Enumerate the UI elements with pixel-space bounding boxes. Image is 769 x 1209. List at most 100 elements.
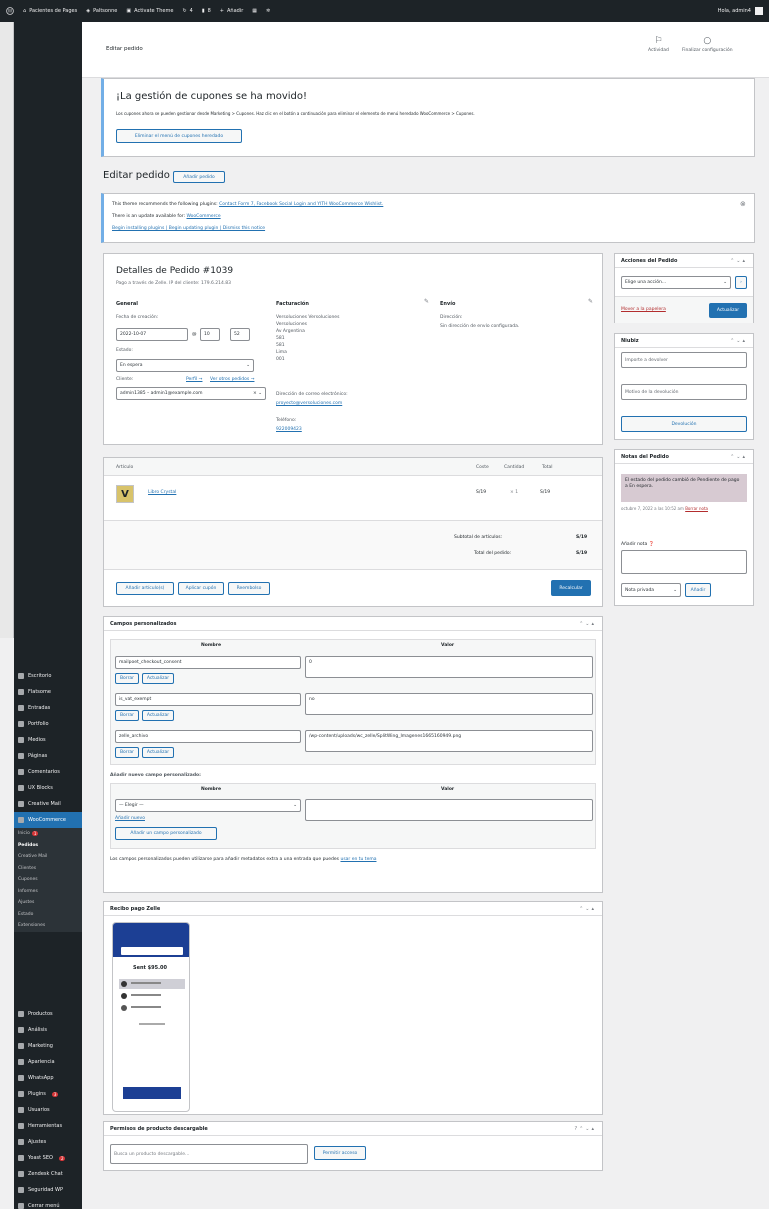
add-custom-field-button[interactable]: Añadir un campo personalizado [115,827,217,840]
product-link[interactable]: Libro Crystal [148,490,176,495]
order-minute-input[interactable]: 52 [230,328,250,341]
recalculate-button[interactable]: Recalcular [551,580,591,596]
yoast-bar-link[interactable]: ▦ [252,8,257,14]
sidebar-subitem-informes[interactable]: Informes [14,885,82,897]
comments-link[interactable]: ▮ 8 [202,8,211,14]
order-action-select[interactable]: Elige una acción... ⌄ [621,276,731,289]
sidebar-item-entradas[interactable]: Entradas [14,700,82,716]
sidebar-item-productos[interactable]: Productos [14,1006,82,1022]
niubiz-refund-button[interactable]: Devolución [621,416,747,432]
update-field-button[interactable]: Actualizar [142,673,174,684]
add-note-textarea[interactable] [621,550,747,574]
profile-link[interactable]: Perfil → [186,377,202,382]
add-note-button[interactable]: Añadir [685,583,711,597]
activate-theme-link[interactable]: ▣ Activate Theme [126,8,173,14]
delete-field-button[interactable]: Borrar [115,747,139,758]
woocommerce-update-link[interactable]: WooCommerce [186,214,220,219]
theme-usage-link[interactable]: usar en tu tema [340,857,376,862]
new-content-link[interactable]: + Añadir [220,8,243,14]
sidebar-subitem-creative-mail[interactable]: Creative Mail [14,851,82,863]
sidebar-item-portfolio[interactable]: Portfolio [14,716,82,732]
sidebar-item-an-lisis[interactable]: Análisis [14,1022,82,1038]
sidebar-item-creative-mail[interactable]: Creative Mail [14,796,82,812]
sidebar-item-ux-blocks[interactable]: UX Blocks [14,780,82,796]
sidebar-subitem-clientes[interactable]: Clientes [14,862,82,874]
add-order-button[interactable]: Añadir pedido [173,171,225,183]
custom-field-value-textarea[interactable]: no [305,693,593,715]
sidebar-item-cerrar-men-[interactable]: Cerrar menú [14,1198,82,1209]
sidebar-item-p-ginas[interactable]: Páginas [14,748,82,764]
postbox-arrows-icon[interactable]: ⌃⌄▴ [730,338,747,344]
sidebar-item-woocommerce[interactable]: WooCommerce [14,812,82,828]
dismiss-icon[interactable]: ⊗ [740,200,746,208]
apply-coupon-button[interactable]: Aplicar cupón [178,582,224,595]
sidebar-subitem-cupones[interactable]: Cupones [14,874,82,886]
sidebar-subitem-ajustes[interactable]: Ajustes [14,897,82,909]
settings-bar-link[interactable]: ✲ [266,8,270,14]
note-type-select[interactable]: Nota privada ⌄ [621,583,681,597]
custom-field-name-input[interactable]: mailpoet_checkout_consent [115,656,301,669]
flatsome-link[interactable]: ◈ Paltsonne [86,8,117,14]
sidebar-item-usuarios[interactable]: Usuarios [14,1102,82,1118]
edit-shipping-pencil-icon[interactable]: ✎ [588,298,593,305]
finish-setup-button[interactable]: ○ Finalizar configuración [682,36,733,53]
downloadable-product-search[interactable]: Busca un producto descargable… [110,1144,308,1164]
sidebar-item-yoast-seo[interactable]: Yoast SEO 2 [14,1150,82,1166]
update-field-button[interactable]: Actualizar [142,710,174,721]
update-field-button[interactable]: Actualizar [142,747,174,758]
grant-access-button[interactable]: Permitir acceso [314,1146,366,1160]
refund-amount-input[interactable]: Importe a devolver [621,352,747,368]
billing-phone-link[interactable]: 922009423 [276,427,302,432]
sidebar-subitem-inicio[interactable]: Inicio 1 [14,828,82,840]
wordpress-logo-icon[interactable]: W [6,7,14,15]
sidebar-subitem-extensiones[interactable]: Extensiones [14,920,82,932]
order-date-input[interactable]: 2022-10-07 [116,328,188,341]
add-new-link[interactable]: Añadir nuevo [115,816,145,821]
sidebar-item-flatsome[interactable]: Flatsome [14,684,82,700]
move-to-trash-link[interactable]: Mover a la papelera [621,307,666,312]
sidebar-subitem-pedidos[interactable]: Pedidos [14,839,82,851]
sidebar-item-zendesk-chat[interactable]: Zendesk Chat [14,1166,82,1182]
postbox-arrows-icon[interactable]: ⌃⌄▴ [730,454,747,460]
edit-billing-pencil-icon[interactable]: ✎ [424,298,429,305]
other-orders-link[interactable]: Ver otros pedidos → [210,377,254,382]
recommended-plugins-link[interactable]: Contact Form 7, Facebook Social Login an… [219,202,383,207]
sidebar-item-escritorio[interactable]: Escritorio [14,668,82,684]
postbox-arrows-icon[interactable]: ⌃⌄▴ [730,258,747,264]
postbox-arrows-icon[interactable]: ⌃⌄▴ [579,906,596,912]
postbox-arrows-icon[interactable]: ⌃⌄▴ [579,621,596,627]
customer-select[interactable]: admin1385 – admin1@example.com × ⌄ [116,387,266,400]
apply-action-button[interactable]: › [735,276,747,289]
activity-button[interactable]: ⚐ Actividad [648,36,669,53]
billing-email-link[interactable]: proyecto@versoluciones.com [276,401,342,406]
custom-field-value-textarea[interactable]: 0 [305,656,593,678]
account-menu[interactable]: Hola, admin4 [718,7,763,15]
new-field-select[interactable]: — Elegir — ⌄ [115,799,301,812]
sidebar-item-plugins[interactable]: Plugins 3 [14,1086,82,1102]
sidebar-item-ajustes[interactable]: Ajustes [14,1134,82,1150]
custom-field-value-textarea[interactable]: /wp-content/uploads/wc_zelle/SplitWing_I… [305,730,593,752]
sidebar-item-seguridad-wp[interactable]: Seguridad WP [14,1182,82,1198]
order-status-select[interactable]: En espera ⌄ [116,359,254,372]
custom-field-name-input[interactable]: is_vat_exempt [115,693,301,706]
sidebar-subitem-estado[interactable]: Estado [14,908,82,920]
site-name-link[interactable]: ⌂ Pacientes de Pages [23,8,77,14]
delete-field-button[interactable]: Borrar [115,673,139,684]
refund-button[interactable]: Reembolso [228,582,270,595]
delete-field-button[interactable]: Borrar [115,710,139,721]
sidebar-item-marketing[interactable]: Marketing [14,1038,82,1054]
postbox-arrows-icon[interactable]: ?⌃⌄▴ [574,1126,596,1132]
sidebar-item-herramientas[interactable]: Herramientas [14,1118,82,1134]
refund-reason-input[interactable]: Motivo de la devolución [621,384,747,400]
updates-link[interactable]: ↻ 4 [182,8,192,14]
remove-legacy-coupon-menu-button[interactable]: Eliminar el menú de cupones heredado [116,129,242,143]
new-field-value-textarea[interactable] [305,799,593,821]
update-order-button[interactable]: Actualizar [709,303,747,318]
plugin-actions-links[interactable]: Begin installing plugins | Begin updatin… [112,226,265,231]
sidebar-item-apariencia[interactable]: Apariencia [14,1054,82,1070]
sidebar-item-medios[interactable]: Medios [14,732,82,748]
order-hour-input[interactable]: 10 [200,328,220,341]
zelle-receipt-image[interactable]: Sent $95.00 [112,922,190,1112]
sidebar-item-whatsapp[interactable]: WhatsApp [14,1070,82,1086]
delete-note-link[interactable]: Borrar nota [685,506,708,511]
